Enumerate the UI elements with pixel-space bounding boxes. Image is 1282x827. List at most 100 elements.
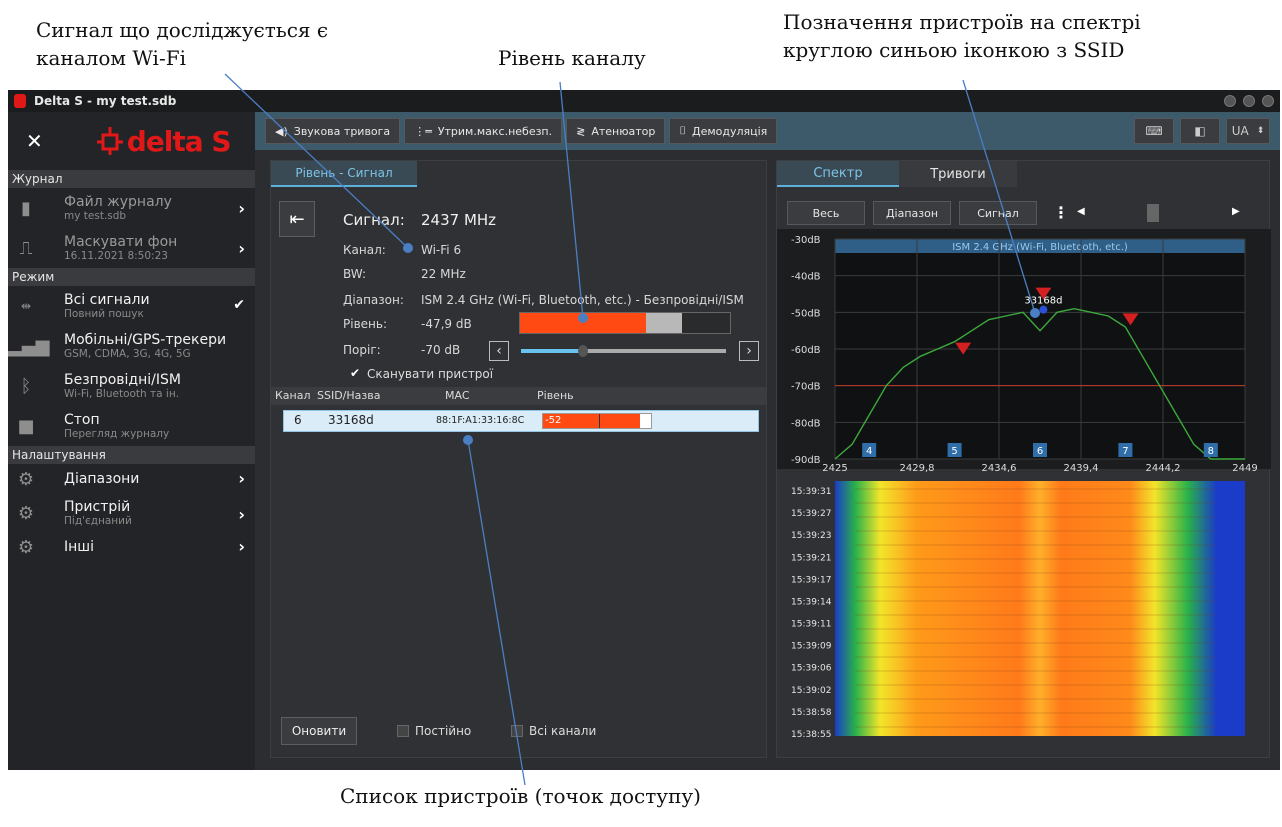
row-ssid: 33168d — [328, 413, 374, 427]
x-tick-label: 2434,6 — [982, 463, 1017, 474]
device-icon: ⚙ — [17, 502, 35, 524]
bw-label: BW: — [343, 267, 367, 281]
more-icon[interactable]: ⋮ — [1053, 203, 1069, 222]
chevron-right-icon: › — [238, 505, 245, 524]
document-icon: ▮ — [21, 197, 31, 219]
y-tick-label: -30dB — [791, 235, 821, 246]
channel-label: 4 — [866, 446, 872, 457]
col-ssid[interactable]: SSID/Назва — [317, 389, 380, 402]
display-button[interactable]: ◧ — [1180, 118, 1220, 144]
row-level-peak — [599, 414, 600, 428]
y-tick-label: -70dB — [791, 382, 821, 393]
hold-max-button[interactable]: ⋮═ Утрим.макс.небезп. — [404, 118, 563, 144]
annotation-devices-on-spectrum: Позначення пристроїв на спектрі круглою … — [783, 10, 1141, 62]
tab-alarms[interactable]: Тривоги — [899, 161, 1017, 187]
level-value: -47,9 dB — [421, 317, 472, 331]
check-icon: ✔ — [349, 366, 361, 380]
threshold-increase-button[interactable]: › — [739, 341, 759, 361]
toolbar: ◀) Звукова тривога ⋮═ Утрим.макс.небезп. ≷… — [255, 112, 1280, 150]
maximize-button[interactable] — [1243, 95, 1255, 107]
tab-level-signal[interactable]: Рівень - Сигнал — [271, 161, 417, 187]
col-mac[interactable]: MAC — [445, 389, 470, 402]
display-icon: ◧ — [1194, 124, 1206, 138]
close-menu-icon[interactable]: ✕ — [26, 129, 43, 153]
minimize-button[interactable] — [1224, 95, 1236, 107]
keyboard-icon: ⌨ — [1145, 124, 1163, 138]
waterfall-time-label: 15:39:02 — [791, 686, 831, 696]
back-button[interactable]: ⇤ — [279, 201, 315, 237]
threshold-decrease-button[interactable]: ‹ — [489, 341, 509, 361]
channel-label: 7 — [1122, 446, 1128, 457]
tab-spectrum[interactable]: Спектр — [777, 161, 899, 187]
spectrum-chart[interactable]: ISM 2.4 GHz (Wi-Fi, Bluetooth, etc.) -30d… — [777, 229, 1271, 759]
y-tick-label: -80dB — [791, 418, 821, 429]
chevron-right-icon: › — [238, 239, 245, 258]
channel-label: 5 — [951, 446, 957, 457]
y-tick-label: -90dB — [791, 455, 821, 466]
sidebar-item-mobile-gps[interactable]: ▂▄▆ Мобільні/GPS-трекери GSM, CDMA, 3G, 4… — [8, 326, 255, 366]
speaker-icon: ◀) — [275, 124, 288, 138]
view-all-button[interactable]: Весь — [787, 201, 865, 225]
y-tick-label: -60dB — [791, 345, 821, 356]
keyboard-button[interactable]: ⌨ — [1134, 118, 1174, 144]
section-mode: Режим — [8, 268, 255, 286]
sidebar-item-mask-background[interactable]: ⎍ Маскувати фон 16.11.2021 8:50:23 › — [8, 228, 255, 268]
y-tick-label: -50dB — [791, 308, 821, 319]
waterfall-time-label: 15:39:23 — [791, 531, 831, 541]
window-title: Delta S - my test.sdb — [34, 94, 177, 108]
sidebar-item-ranges[interactable]: ⚙ Діапазони › — [8, 464, 255, 494]
threshold-slider-fill — [521, 349, 583, 353]
sidebar-item-other[interactable]: ⚙ Інші › — [8, 532, 255, 562]
chevron-left-icon: ‹ — [496, 343, 502, 359]
col-channel[interactable]: Канал — [275, 389, 311, 402]
close-window-button[interactable] — [1262, 95, 1274, 107]
waterfall-time-label: 15:39:14 — [791, 597, 832, 607]
spectrum-panel: Спектр Тривоги Весь Діапазон Сигнал ⋮ ◀ … — [776, 160, 1271, 759]
bluetooth-icon: ᛒ — [20, 375, 32, 397]
view-signal-button[interactable]: Сигнал — [959, 201, 1037, 225]
band-label: ISM 2.4 GHz (Wi-Fi, Bluetooth, etc.) — [952, 242, 1128, 253]
scroll-right-icon[interactable]: ▶ — [1232, 206, 1240, 217]
sidebar-item-log-file[interactable]: ▮ Файл журналу my test.sdb › — [8, 188, 255, 228]
sound-alarm-button[interactable]: ◀) Звукова тривога — [265, 118, 401, 144]
scroll-thumb[interactable] — [1147, 204, 1159, 222]
row-level-value: -52 — [543, 414, 640, 428]
sidebar-item-stop[interactable]: ■ Стоп Перегляд журналу — [8, 406, 255, 446]
signal-value: 2437 MHz — [421, 211, 497, 229]
signal-label: Сигнал: — [343, 211, 405, 229]
x-tick-label: 2429,8 — [900, 463, 935, 474]
col-level[interactable]: Рівень — [537, 389, 574, 402]
view-range-button[interactable]: Діапазон — [873, 201, 951, 225]
waterfall — [835, 481, 1245, 736]
attenuator-button[interactable]: ≷ Атенюатор — [566, 118, 666, 144]
scan-devices-checkbox[interactable]: ✔ Сканувати пристрої — [349, 367, 493, 381]
waterfall-time-label: 15:38:55 — [791, 730, 831, 740]
language-select[interactable]: UA ⬍ — [1226, 118, 1270, 144]
range-value: ISM 2.4 GHz (Wi-Fi, Bluetooth, etc.) - Б… — [421, 293, 744, 307]
table-row[interactable]: 6 33168d 88:1F:A1:33:16:8C -52 — [283, 410, 759, 432]
waterfall-time-label: 15:39:21 — [791, 553, 831, 563]
ssid-marker-label: 33168d — [1024, 296, 1062, 307]
annotation-level: Рівень каналу — [498, 46, 646, 70]
hold-icon: ⋮═ — [414, 124, 432, 138]
all-signals-icon: ⇹ — [20, 299, 32, 313]
sidebar-item-wireless-ism[interactable]: ᛒ Безпровідні/ISM Wi-Fi, Bluetooth та ін. — [8, 366, 255, 406]
constant-checkbox[interactable]: Постійно — [397, 724, 471, 738]
refresh-button[interactable]: Оновити — [281, 717, 357, 745]
app-logo-icon — [14, 94, 26, 108]
threshold-label: Поріг: — [343, 343, 381, 357]
demodulation-button[interactable]: ⌷ Демодуляція — [669, 118, 778, 144]
channel-label: 6 — [1037, 446, 1043, 457]
chip-icon — [96, 127, 123, 155]
threshold-slider-handle[interactable] — [577, 345, 588, 357]
sidebar-item-device[interactable]: ⚙ Пристрій Під'єднаний › — [8, 494, 255, 532]
window-controls — [1224, 95, 1274, 107]
brand-logo: delta S — [96, 125, 232, 158]
sidebar-item-all-signals[interactable]: ⇹ Всі сигнали Повний пошук ✔ — [8, 286, 255, 326]
chevron-right-icon: › — [238, 469, 245, 488]
scroll-left-icon[interactable]: ◀ — [1077, 206, 1085, 217]
title-bar: Delta S - my test.sdb — [8, 90, 1280, 112]
ssid-marker-dot — [1039, 305, 1048, 314]
all-channels-checkbox[interactable]: Всі канали — [511, 724, 596, 738]
back-arrow-icon: ⇤ — [289, 208, 305, 230]
